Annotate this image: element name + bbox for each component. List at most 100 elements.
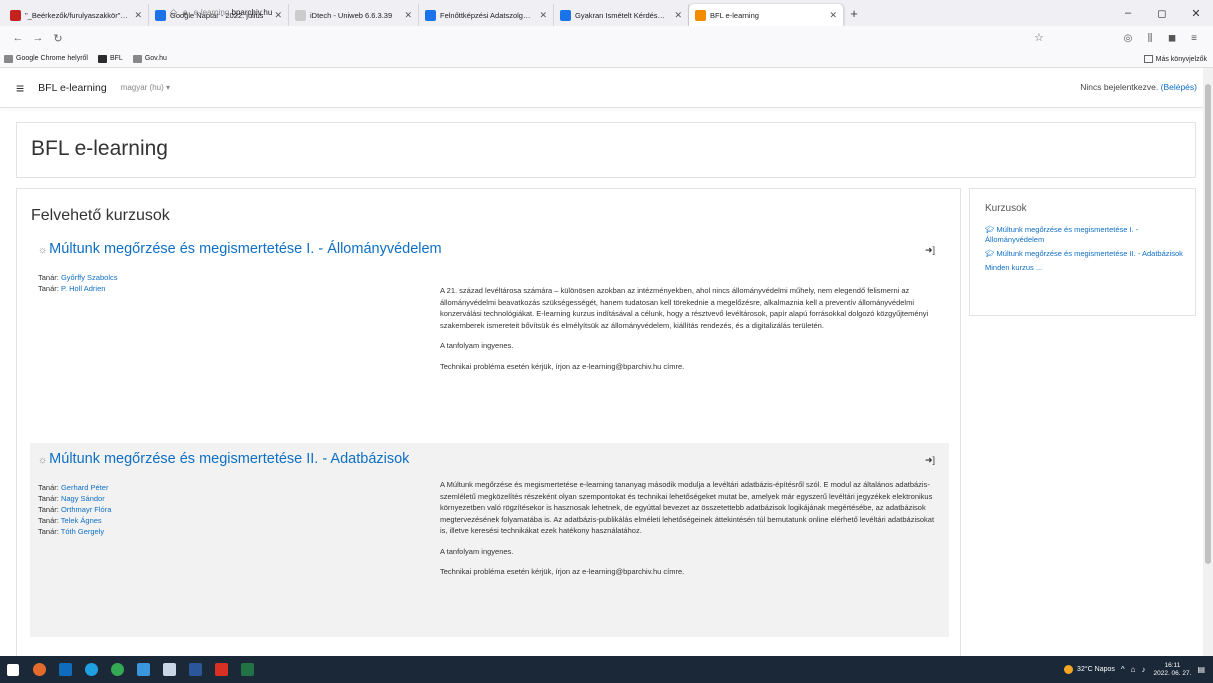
url-prefix: e-learning. bbox=[193, 7, 232, 17]
teacher-list: Tanár: Győrffy Szabolcs Tanár: P. Holl Ad… bbox=[38, 272, 118, 294]
bookmark-star-icon[interactable]: ☆ bbox=[1034, 31, 1044, 44]
sun-icon bbox=[1064, 665, 1074, 674]
extension-icon[interactable]: ◼ bbox=[1161, 33, 1183, 44]
course-summary: A 21. század levéltárosa számára – külön… bbox=[440, 285, 940, 381]
bookmark-label: BFL bbox=[109, 55, 123, 62]
lock-icon[interactable]: 🔒︎ bbox=[183, 7, 188, 18]
teacher-row: Tanár: Nagy Sándor bbox=[38, 493, 111, 504]
teacher-label: Tanár: bbox=[38, 483, 61, 492]
tab-favicon-icon bbox=[10, 9, 21, 21]
app-icon-1[interactable] bbox=[26, 656, 52, 683]
network-icon[interactable]: ⌂ bbox=[1131, 665, 1136, 674]
teacher-list: Tanár: Gerhard Péter Tanár: Nagy Sándor Ta… bbox=[38, 482, 111, 537]
block-course-label: Múltunk megőrzése és megismertetése II. … bbox=[996, 249, 1183, 258]
teacher-label: Tanár: bbox=[38, 505, 61, 514]
language-menu[interactable]: magyar (hu) ▾ bbox=[121, 83, 170, 92]
course-icon: ☼ bbox=[38, 245, 48, 256]
teacher-label: Tanár: bbox=[38, 273, 61, 282]
site-name-link[interactable]: BFL e-learning bbox=[38, 82, 106, 94]
page-viewport: ≡ BFL e-learning magyar (hu) ▾ Nincs bej… bbox=[0, 68, 1213, 658]
hamburger-menu-icon[interactable]: ≡ bbox=[16, 80, 24, 96]
maximize-icon[interactable]: ◻ bbox=[1145, 7, 1179, 20]
forward-icon[interactable]: → bbox=[28, 32, 48, 44]
block-course-link[interactable]: 🎓︎ Múltunk megőrzése és megismertetése I.… bbox=[985, 225, 1185, 245]
taskbar bbox=[0, 656, 1213, 683]
teacher-label: Tanár: bbox=[38, 527, 61, 536]
other-bookmarks[interactable]: Más könyvjelzők bbox=[1143, 50, 1207, 68]
teacher-link[interactable]: Győrffy Szabolcs bbox=[61, 273, 118, 282]
teacher-label: Tanár: bbox=[38, 494, 61, 503]
other-bookmarks-label: Más könyvjelzők bbox=[1155, 55, 1207, 63]
course-title-link[interactable]: ☼ Múltunk megőrzése és megismertetése I. … bbox=[38, 241, 442, 257]
teacher-link[interactable]: Gerhard Péter bbox=[61, 483, 109, 492]
browser-nav-bar: ← → ↻ bbox=[0, 26, 1213, 50]
moodle-navbar: ≡ BFL e-learning magyar (hu) ▾ Nincs bej… bbox=[0, 68, 1203, 108]
teacher-row: Tanár: Orthmayr Flóra bbox=[38, 504, 111, 515]
library-icon[interactable]: ⫼ bbox=[1139, 33, 1161, 44]
browser-tab[interactable]: "_Beérkezők/furulyaszakkör" (1 ✕ bbox=[4, 4, 149, 26]
teacher-link[interactable]: Orthmayr Flóra bbox=[61, 505, 111, 514]
course-title-link[interactable]: ☼ Múltunk megőrzése és megismertetése II.… bbox=[38, 451, 409, 467]
app-icon-5[interactable] bbox=[130, 656, 156, 683]
shield-icon[interactable]: ◇ bbox=[170, 7, 177, 18]
back-icon[interactable]: ← bbox=[8, 32, 28, 44]
teacher-label: Tanár: bbox=[38, 284, 61, 293]
course-icon: ☼ bbox=[38, 455, 48, 466]
url-domain: bparchiv.hu bbox=[231, 7, 273, 17]
self-enrol-icon[interactable]: ➜] bbox=[925, 455, 935, 466]
volume-icon[interactable]: ♪ bbox=[1141, 665, 1145, 674]
app-icon-2[interactable] bbox=[52, 656, 78, 683]
excel-icon[interactable] bbox=[234, 656, 260, 683]
summary-paragraph: A tanfolyam ingyenes. bbox=[440, 341, 514, 350]
courses-block-title: Kurzusok bbox=[985, 203, 1027, 214]
teacher-link[interactable]: Nagy Sándor bbox=[61, 494, 105, 503]
course-box: ☼ Múltunk megőrzése és megismertetése II.… bbox=[30, 443, 949, 637]
block-course-link[interactable]: 🎓︎ Múltunk megőrzése és megismertetése II… bbox=[985, 249, 1185, 259]
chrome-icon[interactable] bbox=[104, 656, 130, 683]
clock[interactable]: 16:11 2022. 06. 27. bbox=[1153, 662, 1191, 678]
teacher-row: Tanár: P. Holl Adrien bbox=[38, 283, 118, 294]
self-enrol-icon[interactable]: ➜] bbox=[925, 245, 935, 256]
tab-favicon-icon bbox=[155, 9, 166, 21]
app-icon-6[interactable] bbox=[156, 656, 182, 683]
menu-icon[interactable]: ≡ bbox=[1183, 33, 1205, 44]
bookmarks-bar: Google Chrome helyről BFL Gov.hu bbox=[0, 50, 1213, 68]
chevron-up-icon[interactable]: ^ bbox=[1121, 665, 1125, 674]
login-status-text: Nincs bejelentkezve. bbox=[1080, 82, 1161, 92]
login-info: Nincs bejelentkezve. (Belépés) bbox=[1080, 82, 1197, 92]
edge-icon[interactable] bbox=[78, 656, 104, 683]
scrollbar-thumb[interactable] bbox=[1205, 84, 1211, 564]
bookmark-icon bbox=[4, 54, 13, 63]
all-courses-link[interactable]: Minden kurzus ... bbox=[985, 263, 1185, 273]
minimize-icon[interactable]: – bbox=[1111, 7, 1145, 19]
close-window-icon[interactable]: ✕ bbox=[1179, 7, 1213, 20]
bookmark-label: Gov.hu bbox=[144, 55, 167, 62]
block-course-label: Múltunk megőrzése és megismertetése I. -… bbox=[985, 225, 1139, 244]
pocket-icon[interactable]: ◎ bbox=[1117, 33, 1139, 44]
notification-icon[interactable]: ▤ bbox=[1197, 665, 1205, 674]
teacher-link[interactable]: Telek Ágnes bbox=[61, 516, 102, 525]
main-region: Felvehető kurzusok ☼ Múltunk megőrzése és… bbox=[16, 188, 961, 658]
summary-paragraph: A tanfolyam ingyenes. bbox=[440, 546, 514, 556]
bookmark-item[interactable]: BFL bbox=[97, 54, 123, 63]
teacher-link[interactable]: P. Holl Adrien bbox=[61, 284, 105, 293]
courses-block-list: 🎓︎ Múltunk megőrzése és megismertetése I.… bbox=[985, 225, 1185, 277]
pdf-icon[interactable] bbox=[208, 656, 234, 683]
courses-block: Kurzusok 🎓︎ Múltunk megőrzése és megismer… bbox=[969, 188, 1196, 316]
teacher-label: Tanár: bbox=[38, 516, 61, 525]
address-bar[interactable]: ◇ 🔒︎ e-learning. bparchiv.hu bbox=[170, 3, 1050, 21]
weather-text[interactable]: 32°C Napos bbox=[1077, 666, 1115, 673]
word-icon[interactable] bbox=[182, 656, 208, 683]
tab-close-icon[interactable]: ✕ bbox=[134, 10, 142, 21]
folder-icon bbox=[1143, 55, 1153, 63]
bookmark-item[interactable]: Google Chrome helyről bbox=[4, 54, 88, 63]
teacher-row: Tanár: Gerhard Péter bbox=[38, 482, 111, 493]
login-link[interactable]: (Belépés) bbox=[1161, 82, 1197, 92]
bookmark-item[interactable]: Gov.hu bbox=[132, 54, 167, 63]
page-title: BFL e-learning bbox=[31, 137, 168, 160]
course-box: ☼ Múltunk megőrzése és megismertetése I. … bbox=[30, 233, 949, 413]
teacher-link[interactable]: Tóth Gergely bbox=[61, 527, 104, 536]
teacher-row: Tanár: Győrffy Szabolcs bbox=[38, 272, 118, 283]
reload-icon[interactable]: ↻ bbox=[48, 32, 68, 45]
windows-start-icon[interactable] bbox=[0, 656, 26, 683]
